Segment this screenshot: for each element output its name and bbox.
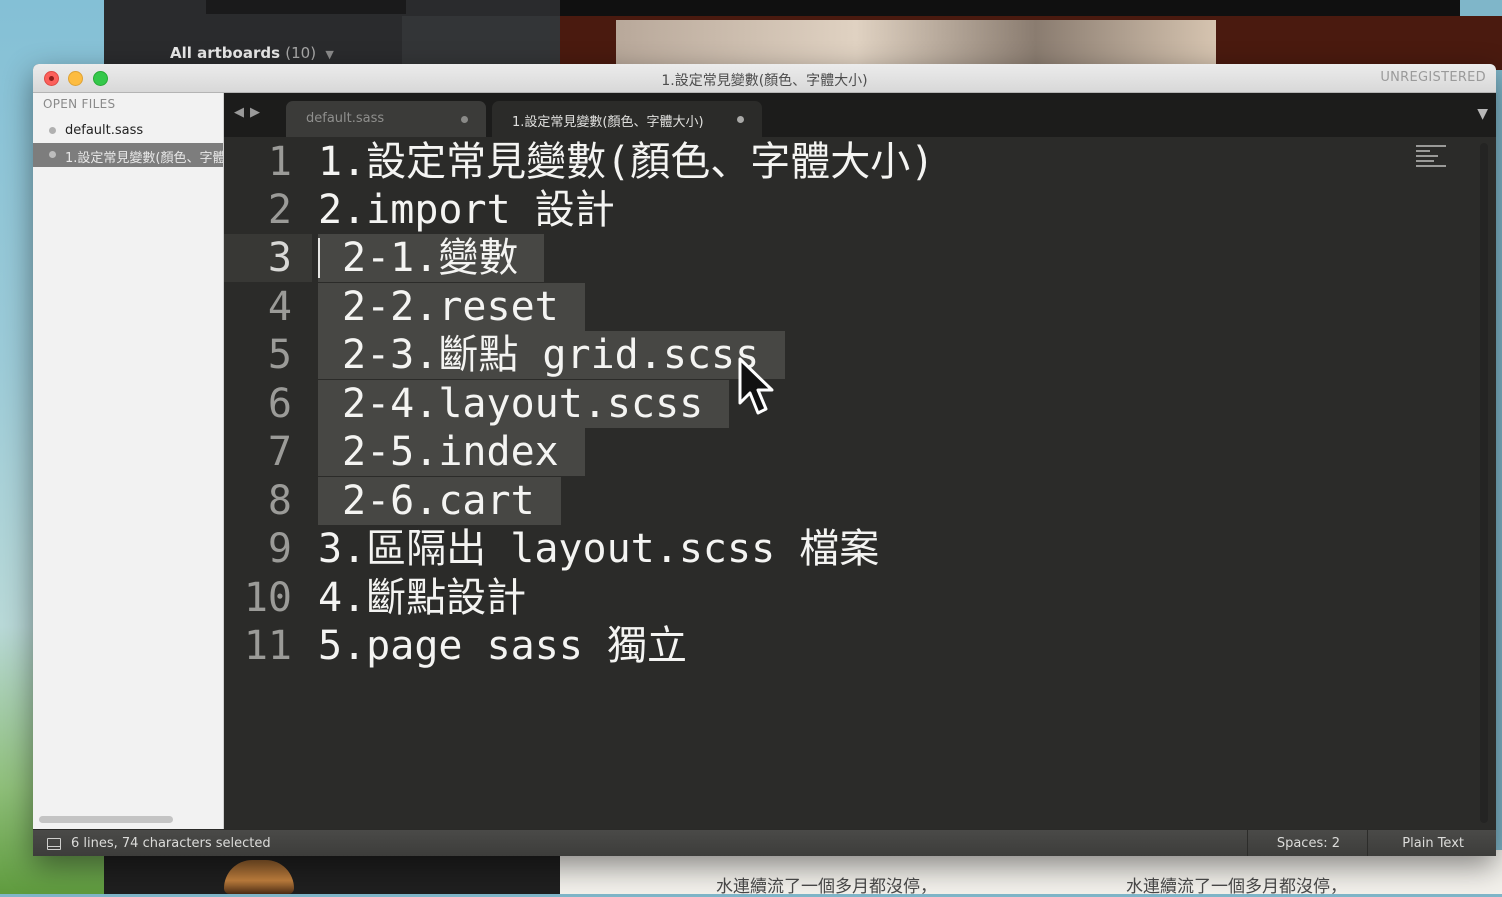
panel-toggle-icon[interactable] — [47, 838, 61, 850]
code-line: 6 2-4.layout.scss — [224, 380, 1464, 428]
minimap[interactable] — [1416, 145, 1450, 173]
code-line: 1 1.設定常見變數(顏色、字體大小) — [224, 138, 1464, 186]
line-number: 8 — [267, 478, 292, 524]
file-dot-icon — [49, 151, 56, 158]
tab-nav-arrows-icon[interactable]: ◀▶ — [234, 105, 266, 120]
background-paper-text: 水連續流了一個多月都沒停， — [1126, 877, 1347, 897]
tab-label: 1.設定常見變數(顏色、字體大小) — [512, 115, 704, 130]
title-bar: 1.設定常見變數(顏色、字體大小) UNREGISTERED — [33, 64, 1496, 93]
background-food-image — [104, 850, 560, 894]
line-number: 10 — [243, 575, 292, 621]
background-photo — [560, 16, 1502, 70]
code-editor[interactable]: 1 1.設定常見變數(顏色、字體大小) 2 2.import 設計 3 2-1.… — [224, 137, 1496, 829]
tab-menu-icon[interactable]: ▼ — [1477, 106, 1488, 122]
tab-current-file[interactable]: 1.設定常見變數(顏色、字體大小) — [492, 101, 762, 137]
selected-line-text: 2-5.index — [318, 428, 585, 476]
text-caret — [318, 238, 320, 278]
artboards-dropdown[interactable]: All artboards (10) ▼ — [170, 44, 334, 62]
file-dot-icon — [49, 127, 56, 134]
code-line: 9 3.區隔出 layout.scss 檔案 — [224, 525, 1464, 573]
selected-line-text: 2-1.變數 — [318, 234, 545, 282]
sidebar-file-label: 1.設定常見變數(顏色、字體大小) — [65, 151, 223, 166]
selected-line-text: 2-6.cart — [318, 477, 561, 525]
unsaved-dot-icon[interactable] — [737, 116, 744, 123]
line-number: 1 — [267, 139, 292, 185]
line-number: 2 — [267, 187, 292, 233]
tab-label: default.sass — [306, 111, 385, 126]
window-title: 1.設定常見變數(顏色、字體大小) — [661, 73, 868, 89]
line-number: 3 — [267, 235, 292, 281]
tab-default-sass[interactable]: default.sass — [286, 101, 486, 137]
code-line: 2 2.import 設計 — [224, 186, 1464, 234]
code-line: 5 2-3.斷點 grid.scss — [224, 331, 1464, 379]
sidebar-file-current[interactable]: 1.設定常見變數(顏色、字體大小) — [33, 143, 223, 167]
selected-line-text: 2-2.reset — [318, 283, 585, 331]
code-line: 7 2-5.index — [224, 428, 1464, 476]
tab-bar: ◀▶ default.sass 1.設定常見變數(顏色、字體大小) ▼ — [224, 93, 1496, 137]
line-text: 3.區隔出 layout.scss 檔案 — [318, 526, 880, 572]
line-text: 1.設定常見變數(顏色、字體大小) — [318, 139, 935, 185]
line-number: 9 — [267, 526, 292, 572]
open-files-heading: OPEN FILES — [43, 97, 116, 111]
line-text: 5.page sass 獨立 — [318, 623, 687, 669]
chevron-down-icon: ▼ — [325, 48, 334, 61]
artboards-count: (10) — [285, 44, 317, 62]
code-line: 10 4.斷點設計 — [224, 574, 1464, 622]
background-document: 水連續流了一個多月都沒停， 水連續流了一個多月都沒停， — [560, 850, 1502, 897]
code-line: 4 2-2.reset — [224, 283, 1464, 331]
code-line: 3 2-1.變數 — [224, 234, 1464, 282]
vertical-scrollbar[interactable] — [1480, 143, 1488, 823]
artboards-label: All artboards — [170, 44, 281, 62]
line-text: 4.斷點設計 — [318, 575, 527, 621]
syntax-setting[interactable]: Plain Text — [1402, 836, 1464, 851]
sidebar-scrollbar[interactable] — [39, 816, 173, 823]
code-line: 8 2-6.cart — [224, 477, 1464, 525]
background-paper-text: 水連續流了一個多月都沒停， — [716, 877, 937, 897]
selection-status: 6 lines, 74 characters selected — [71, 836, 271, 851]
line-text: 2.import 設計 — [318, 187, 615, 233]
sidebar-file-default-sass[interactable]: default.sass — [33, 119, 223, 143]
selected-line-text: 2-3.斷點 grid.scss — [318, 331, 786, 379]
line-number: 5 — [267, 332, 292, 378]
line-number: 11 — [243, 623, 292, 669]
editor-window: 1.設定常見變數(顏色、字體大小) UNREGISTERED OPEN FILE… — [33, 64, 1496, 856]
unsaved-dot-icon[interactable] — [461, 116, 468, 123]
indentation-setting[interactable]: Spaces: 2 — [1277, 836, 1340, 851]
line-number: 6 — [267, 381, 292, 427]
unregistered-label: UNREGISTERED — [1380, 70, 1486, 85]
line-number: 7 — [267, 429, 292, 475]
sidebar: OPEN FILES default.sass 1.設定常見變數(顏色、字體大小… — [33, 93, 224, 829]
line-number: 4 — [267, 284, 292, 330]
status-bar: 6 lines, 74 characters selected Spaces: … — [33, 829, 1496, 856]
sidebar-file-label: default.sass — [65, 123, 144, 138]
mouse-pointer-icon — [738, 357, 774, 415]
code-line: 11 5.page sass 獨立 — [224, 622, 1464, 670]
selected-line-text: 2-4.layout.scss — [318, 380, 730, 428]
